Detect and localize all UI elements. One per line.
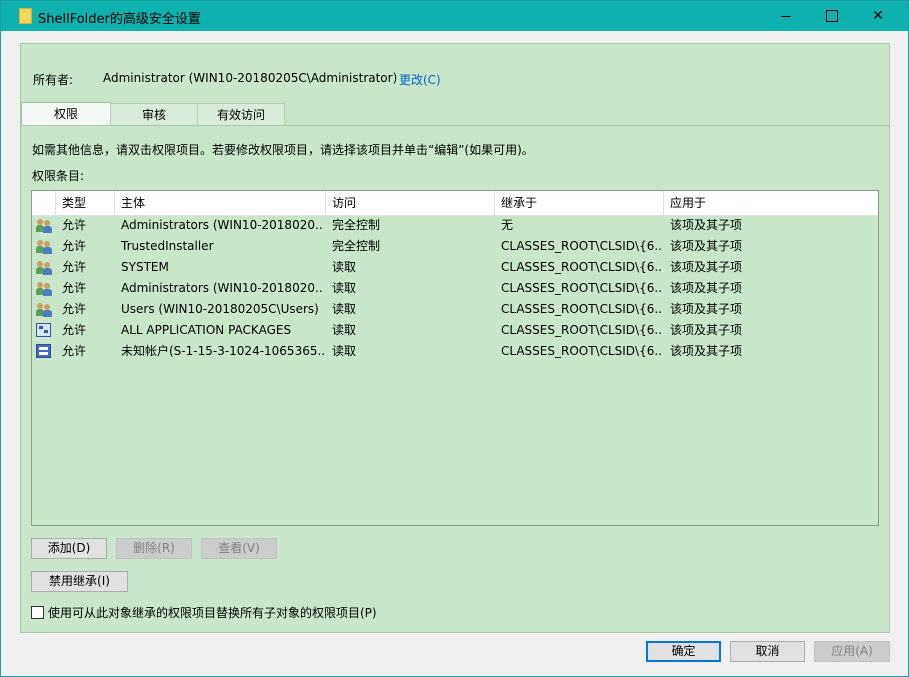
table-row[interactable]: 允许 SYSTEM 读取 CLASSES_ROOT\CLSID\{6... 该项及其子项 — [32, 257, 878, 278]
entry-applies-to: 该项及其子项 — [670, 239, 743, 253]
entry-access: 读取 — [332, 281, 357, 295]
entry-access: 读取 — [332, 260, 357, 274]
entry-type: 允许 — [62, 302, 87, 316]
owner-value: Administrator (WIN10-20180205C\Administr… — [103, 71, 398, 85]
column-header-principal[interactable]: 主体 — [115, 191, 326, 215]
maximize-icon — [826, 10, 838, 22]
tab-permissions[interactable]: 权限 — [21, 102, 111, 126]
tab-strip: 权限 审核 有效访问 — [21, 102, 889, 126]
user-group-icon — [36, 302, 52, 317]
minimize-button[interactable] — [763, 1, 809, 31]
replace-child-permissions-checkbox[interactable] — [31, 606, 44, 619]
entry-applies-to: 该项及其子项 — [670, 260, 743, 274]
advanced-security-window: ShellFolder的高级安全设置 ✕ 所有者: Administrator … — [0, 0, 909, 677]
entry-applies-to: 该项及其子项 — [670, 218, 743, 232]
entry-principal: ALL APPLICATION PACKAGES — [121, 323, 292, 337]
change-owner-link[interactable]: 更改(C) — [399, 71, 441, 88]
column-header-icon[interactable] — [32, 191, 56, 215]
tab-effective-access[interactable]: 有效访问 — [197, 103, 285, 125]
entry-type: 允许 — [62, 260, 87, 274]
entry-principal: Administrators (WIN10-2018020... — [121, 218, 324, 232]
entry-access: 完全控制 — [332, 239, 381, 253]
entry-type: 允许 — [62, 344, 87, 358]
unknown-account-icon — [36, 344, 51, 358]
owner-label: 所有者: — [33, 73, 74, 87]
table-row[interactable]: 允许 Administrators (WIN10-2018020... 完全控制 无 该… — [32, 215, 878, 236]
entry-access: 读取 — [332, 344, 357, 358]
permission-entries-list[interactable]: 类型 主体 访问 继承于 应用于 允许 Administrators (WIN10… — [31, 190, 879, 526]
entry-type: 允许 — [62, 239, 87, 253]
user-group-icon — [36, 281, 52, 296]
folder-icon — [19, 8, 32, 24]
column-header-inherited-from[interactable]: 继承于 — [495, 191, 664, 215]
add-button[interactable]: 添加(D) — [31, 538, 107, 559]
list-header: 类型 主体 访问 继承于 应用于 — [32, 191, 878, 216]
entry-inherited-from: CLASSES_ROOT\CLSID\{6... — [501, 323, 662, 337]
replace-child-permissions-label: 使用可从此对象继承的权限项目替换所有子对象的权限项目(P) — [48, 606, 377, 620]
info-text: 如需其他信息，请双击权限项目。若要修改权限项目，请选择该项目并单击“编辑”(如果… — [32, 143, 534, 157]
table-row[interactable]: 允许 Users (WIN10-20180205C\Users) 读取 CLASSES… — [32, 299, 878, 320]
user-group-icon — [36, 239, 52, 254]
close-button[interactable]: ✕ — [855, 1, 901, 31]
entry-access: 读取 — [332, 302, 357, 316]
entry-inherited-from: 无 — [501, 218, 514, 232]
entry-inherited-from: CLASSES_ROOT\CLSID\{6... — [501, 302, 662, 316]
entry-access: 完全控制 — [332, 218, 381, 232]
title-bar[interactable]: ShellFolder的高级安全设置 ✕ — [1, 1, 908, 31]
apply-button[interactable]: 应用(A) — [814, 641, 890, 662]
entry-inherited-from: CLASSES_ROOT\CLSID\{6... — [501, 344, 662, 358]
entry-inherited-from: CLASSES_ROOT\CLSID\{6... — [501, 281, 662, 295]
disable-inheritance-button[interactable]: 禁用继承(I) — [31, 571, 128, 592]
entry-type: 允许 — [62, 323, 87, 337]
content-panel: 所有者: Administrator (WIN10-20180205C\Admi… — [20, 43, 890, 633]
remove-button[interactable]: 删除(R) — [116, 538, 192, 559]
column-header-applies-to[interactable]: 应用于 — [664, 191, 878, 215]
entry-applies-to: 该项及其子项 — [670, 302, 743, 316]
window-title: ShellFolder的高级安全设置 — [38, 12, 201, 27]
entry-inherited-from: CLASSES_ROOT\CLSID\{6... — [501, 260, 662, 274]
tab-auditing[interactable]: 审核 — [110, 103, 198, 125]
table-row[interactable]: 允许 ALL APPLICATION PACKAGES 读取 CLASSES_ROOT… — [32, 320, 878, 341]
entry-access: 读取 — [332, 323, 357, 337]
close-icon: ✕ — [872, 8, 884, 24]
entry-principal: TrustedInstaller — [121, 239, 214, 253]
user-group-icon — [36, 218, 52, 233]
table-row[interactable]: 允许 Administrators (WIN10-2018020... 读取 CLAS… — [32, 278, 878, 299]
entry-applies-to: 该项及其子项 — [670, 344, 743, 358]
user-group-icon — [36, 260, 52, 275]
entry-principal: Users (WIN10-20180205C\Users) — [121, 302, 319, 316]
ok-button[interactable]: 确定 — [646, 641, 721, 662]
table-row[interactable]: 允许 TrustedInstaller 完全控制 CLASSES_ROOT\CLSID… — [32, 236, 878, 257]
maximize-button[interactable] — [809, 1, 855, 31]
entry-applies-to: 该项及其子项 — [670, 323, 743, 337]
table-row[interactable]: 允许 未知帐户(S-1-15-3-1024-1065365... 读取 CLASSES… — [32, 341, 878, 362]
entry-principal: 未知帐户(S-1-15-3-1024-1065365... — [121, 344, 324, 358]
entry-principal: SYSTEM — [121, 260, 169, 274]
entry-inherited-from: CLASSES_ROOT\CLSID\{6... — [501, 239, 662, 253]
column-header-type[interactable]: 类型 — [56, 191, 115, 215]
cancel-button[interactable]: 取消 — [730, 641, 805, 662]
app-package-icon — [36, 323, 51, 337]
view-button[interactable]: 查看(V) — [201, 538, 277, 559]
entry-type: 允许 — [62, 281, 87, 295]
entry-type: 允许 — [62, 218, 87, 232]
minimize-icon — [781, 15, 791, 17]
column-header-access[interactable]: 访问 — [326, 191, 495, 215]
permission-entries-label: 权限条目: — [32, 169, 85, 183]
entry-principal: Administrators (WIN10-2018020... — [121, 281, 324, 295]
entry-applies-to: 该项及其子项 — [670, 281, 743, 295]
tab-divider — [21, 125, 889, 126]
